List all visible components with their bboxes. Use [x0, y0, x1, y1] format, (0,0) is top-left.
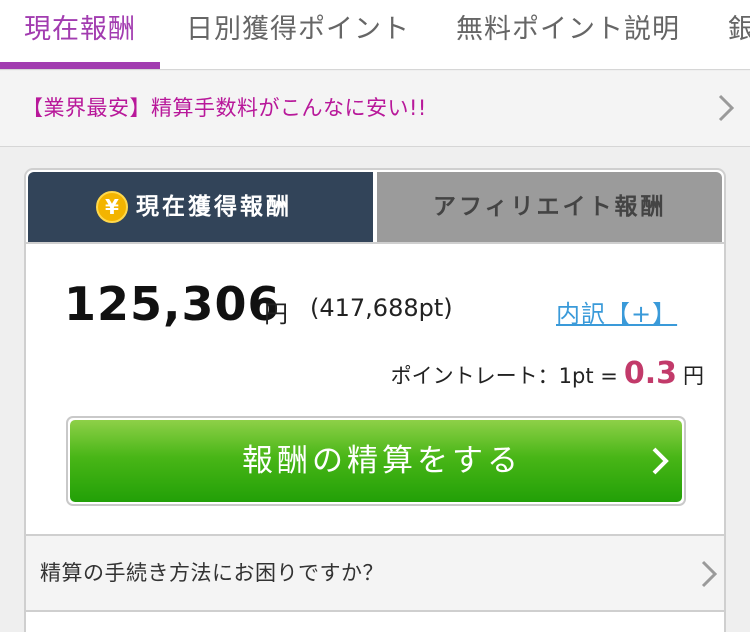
point-rate-value: 0.3	[623, 356, 677, 391]
tab-current-earned-reward-label: 現在獲得報酬	[136, 194, 292, 220]
point-rate-unit: 円	[683, 364, 704, 388]
reward-card: ¥ 現在獲得報酬 アフィリエイト報酬 125,306 円 (417,688pt)…	[24, 168, 726, 632]
tab-bank[interactable]: 銀	[728, 0, 750, 69]
point-rate: ポイントレート：1pt = 0.3 円	[391, 352, 704, 398]
top-tab-bar: 現在報酬 日別獲得ポイント 無料ポイント説明 銀	[0, 0, 750, 70]
tab-affiliate-reward-label: アフィリエイト報酬	[433, 194, 667, 220]
settle-reward-button-label: 報酬の精算をする	[242, 443, 522, 479]
settle-reward-button[interactable]: 報酬の精算をする	[66, 416, 686, 506]
reward-type-switch: ¥ 現在獲得報酬 アフィリエイト報酬	[28, 172, 722, 242]
breakdown-link[interactable]: 内訳【+】	[556, 294, 677, 329]
divider	[26, 242, 724, 244]
point-rate-label: ポイントレート：1pt =	[390, 364, 618, 388]
active-tab-indicator	[0, 62, 160, 69]
settlement-help-link[interactable]: 精算の手続き方法にお困りですか？	[26, 534, 724, 612]
tab-free-points-info[interactable]: 無料ポイント説明	[456, 0, 680, 69]
tab-daily-points[interactable]: 日別獲得ポイント	[186, 0, 410, 69]
tab-current-earned-reward[interactable]: ¥ 現在獲得報酬	[28, 172, 373, 242]
promo-banner[interactable]: 【業界最安】精算手数料がこんなに安い!!	[0, 71, 750, 147]
chevron-right-icon	[718, 94, 735, 122]
tab-current-reward[interactable]: 現在報酬	[24, 0, 136, 69]
chevron-right-icon	[652, 447, 669, 475]
reward-amount: 125,306	[64, 277, 281, 331]
promo-banner-text: 【業界最安】精算手数料がこんなに安い!!	[22, 96, 427, 120]
settle-reward-button-face: 報酬の精算をする	[70, 420, 682, 502]
tab-affiliate-reward[interactable]: アフィリエイト報酬	[377, 172, 722, 242]
reward-amount-unit: 円	[264, 300, 288, 328]
settlement-help-text: 精算の手続き方法にお困りですか？	[40, 561, 384, 585]
chevron-right-icon	[701, 560, 718, 588]
yen-coin-icon: ¥	[96, 191, 128, 223]
reward-points: (417,688pt)	[310, 294, 453, 322]
